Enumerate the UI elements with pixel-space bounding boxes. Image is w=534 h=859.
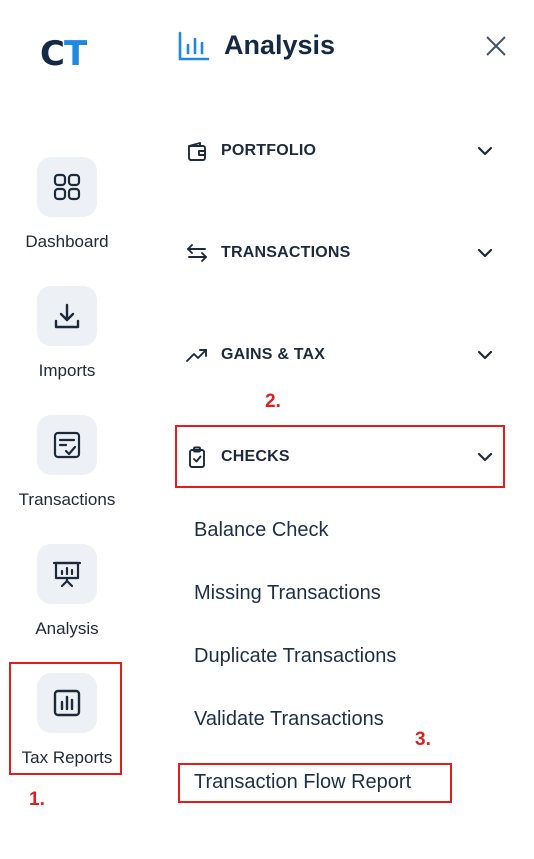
section-gains-tax[interactable]: GAINS & TAX xyxy=(186,340,496,370)
imports-tile[interactable] xyxy=(37,286,97,346)
section-label-portfolio: PORTFOLIO xyxy=(221,142,317,159)
nav-item-dashboard[interactable]: Dashboard xyxy=(0,157,134,252)
analytics-bars-icon xyxy=(178,31,210,61)
swap-arrows-icon xyxy=(186,242,208,264)
nav-item-analysis[interactable]: Analysis xyxy=(0,544,134,639)
trend-up-icon xyxy=(186,344,208,366)
nav-label-transactions: Transactions xyxy=(18,490,116,509)
chevron-down-icon xyxy=(477,248,493,258)
highlight-box-transaction-flow-report xyxy=(178,763,452,803)
section-portfolio[interactable]: PORTFOLIO xyxy=(186,136,496,166)
chevron-down-icon xyxy=(477,146,493,156)
transactions-tile[interactable] xyxy=(37,415,97,475)
highlight-box-tax-reports xyxy=(9,662,122,775)
dashboard-grid-icon xyxy=(53,173,81,201)
highlight-box-checks xyxy=(175,425,505,488)
dashboard-tile[interactable] xyxy=(37,157,97,217)
nav-item-imports[interactable]: Imports xyxy=(0,286,134,381)
step-1-label: 1. xyxy=(29,789,45,810)
analysis-tile[interactable] xyxy=(37,544,97,604)
nav-label-imports: Imports xyxy=(38,361,96,380)
menu-item-validate-transactions[interactable]: Validate Transactions xyxy=(194,708,384,731)
close-icon[interactable] xyxy=(484,34,508,58)
chevron-down-icon xyxy=(477,350,493,360)
app-logo[interactable]: CT xyxy=(40,34,87,74)
logo-letter-c: C xyxy=(40,34,65,74)
panel-title: Analysis xyxy=(224,30,336,60)
logo-letter-t: T xyxy=(63,34,87,74)
section-transactions[interactable]: TRANSACTIONS xyxy=(186,238,496,268)
presentation-chart-icon xyxy=(52,561,82,588)
step-3-label: 3. xyxy=(415,729,431,750)
download-icon xyxy=(54,303,80,329)
nav-label-analysis: Analysis xyxy=(35,619,99,638)
section-label-transactions: TRANSACTIONS xyxy=(221,244,351,261)
nav-item-transactions[interactable]: Transactions xyxy=(0,415,134,510)
nav-label-dashboard: Dashboard xyxy=(25,232,109,251)
menu-item-missing-transactions[interactable]: Missing Transactions xyxy=(194,582,381,605)
section-label-gains-tax: GAINS & TAX xyxy=(221,346,326,363)
step-2-label: 2. xyxy=(265,391,281,412)
checklist-icon xyxy=(53,431,81,459)
menu-item-balance-check[interactable]: Balance Check xyxy=(194,519,329,542)
menu-item-duplicate-transactions[interactable]: Duplicate Transactions xyxy=(194,645,396,668)
wallet-icon xyxy=(186,140,208,162)
